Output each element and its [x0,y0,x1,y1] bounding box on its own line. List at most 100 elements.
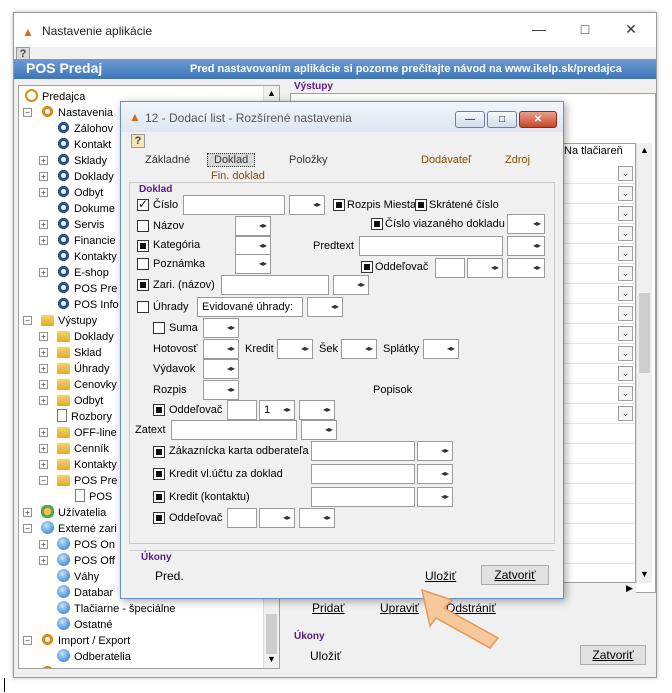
dialog-close-icon[interactable]: ✕ [519,111,557,128]
hscroll-right-icon[interactable]: ▶ [626,583,633,594]
maximize-icon[interactable]: □ [572,21,598,39]
oddelovac-spinner-b[interactable]: ◂▸ [299,400,335,420]
collapse-icon[interactable]: − [39,476,48,485]
zatvorit-button-main[interactable]: Zatvoriť [580,645,646,665]
upravit-button[interactable]: Upraviť [380,601,419,615]
oddelovac-top-field[interactable] [435,258,465,278]
dropdown-chevron-icon[interactable]: ⌄ [618,366,633,381]
dropdown-chevron-icon[interactable]: ⌄ [618,306,633,321]
uhrady-checkbox[interactable] [137,301,149,313]
evidovane-spinner[interactable]: ◂▸ [307,297,343,317]
minimize-icon[interactable]: — [526,21,552,39]
table-row[interactable]: ⌄ [563,304,635,324]
table-row[interactable]: ⌄ [563,244,635,264]
table-scrollbar[interactable]: ▲ ▼ [636,143,652,583]
table-row[interactable] [563,504,635,524]
expand-icon[interactable]: + [39,444,48,453]
zari-checkbox[interactable] [137,279,149,291]
dialog-minimize-icon[interactable]: — [455,111,485,128]
oddelovac-top-checkbox[interactable] [361,261,373,273]
dropdown-chevron-icon[interactable]: ⌄ [618,406,633,421]
dropdown-chevron-icon[interactable]: ⌄ [618,246,633,261]
tree-item[interactable]: + Cenovky [39,377,117,393]
kredit-uctu-checkbox[interactable] [153,468,165,480]
tree-item[interactable]: POS Info [57,297,119,313]
oddelovac-top-spinner-a[interactable]: ◂▸ [467,258,503,278]
expand-icon[interactable]: + [39,460,48,469]
expand-icon[interactable]: + [39,348,48,357]
tree-item[interactable]: + Sklady [39,153,107,169]
dropdown-chevron-icon[interactable]: ⌄ [618,386,633,401]
collapse-icon[interactable]: − [23,108,32,117]
table-scroll-thumb[interactable] [639,293,650,373]
dropdown-chevron-icon[interactable]: ⌄ [618,346,633,361]
pred-button[interactable]: Pred. [155,569,184,583]
pridat-button[interactable]: Pridať [312,601,345,615]
tree-item[interactable]: Kontakt [57,137,111,153]
table-row[interactable] [563,444,635,464]
oddelovac-bottom-field[interactable] [227,508,257,528]
tree-item[interactable]: + Užívatelia [23,505,106,521]
tree-item[interactable]: + Úhrady [39,361,109,377]
tree-item[interactable]: − Výstupy [23,313,97,329]
zakaznicka-checkbox[interactable] [153,446,165,458]
kredit-kontaktu-field[interactable] [311,487,415,507]
tree-item[interactable]: − Externé zari [23,521,117,537]
tree-item[interactable]: + POS On [39,537,115,553]
tree-item[interactable]: Databar [57,585,113,601]
tree-item[interactable]: + Cenník [39,441,109,457]
table-row[interactable] [563,464,635,484]
expand-icon[interactable]: + [23,508,32,517]
nazov-spinner[interactable]: ◂▸ [235,216,271,236]
expand-icon[interactable]: + [39,172,48,181]
table-row[interactable] [563,544,635,564]
table-row[interactable]: ⌄ [563,404,635,424]
expand-icon[interactable]: + [39,220,48,229]
expand-icon[interactable]: + [39,188,48,197]
table-row[interactable]: ⌄ [563,284,635,304]
tree-item[interactable]: + Odbyt [39,393,103,409]
kredit-kontaktu-spinner[interactable]: ◂▸ [417,487,453,507]
tree-item[interactable]: Odberatelia [57,649,131,665]
tree-item[interactable]: + POS Off [39,553,115,569]
rozpis-spinner[interactable]: ◂▸ [203,380,239,400]
oddelovac-bottom-spinner-a[interactable]: ◂▸ [259,508,295,528]
cislo-spinner[interactable]: ◂▸ [289,195,325,215]
expand-icon[interactable]: + [39,556,48,565]
tree-item[interactable]: POS Pre [57,281,117,297]
zari-field[interactable] [221,275,329,295]
tab-zdroj[interactable]: Zdroj [505,154,530,166]
tree-item[interactable]: Dokume [57,201,115,217]
expand-icon[interactable]: + [39,540,48,549]
tree-item[interactable]: Tlačiarne - špeciálne [57,601,176,617]
scroll-down-icon[interactable]: ▼ [267,654,276,664]
dropdown-chevron-icon[interactable]: ⌄ [618,286,633,301]
expand-icon[interactable]: + [39,268,48,277]
expand-icon[interactable]: + [39,380,48,389]
rozpis-miesta-checkbox[interactable] [333,199,345,211]
expand-icon[interactable]: + [39,396,48,405]
tab-doklad[interactable]: Doklad [207,153,256,167]
table-scroll-up-icon[interactable]: ▲ [640,145,649,155]
cislo-field[interactable] [183,195,285,215]
oddelovac-field[interactable] [227,400,257,420]
table-row[interactable]: ⌄ [563,384,635,404]
table-row[interactable] [563,524,635,544]
nazov-checkbox[interactable] [137,220,149,232]
vydavok-spinner[interactable]: ◂▸ [203,359,239,379]
tab-dodavatel[interactable]: Dodávateľ [421,154,471,166]
dropdown-chevron-icon[interactable]: ⌄ [618,326,633,341]
kategoria-spinner[interactable]: ◂▸ [235,236,271,256]
tree-item[interactable]: Zálohov [57,121,113,137]
collapse-icon[interactable]: − [23,636,32,645]
tree-item[interactable]: + Doklady [39,169,114,185]
cislo-viazaneho-spinner[interactable]: ◂▸ [507,214,545,234]
oddelovac-bottom-spinner-b[interactable]: ◂▸ [299,508,335,528]
tree-scroll-thumb[interactable] [266,614,277,654]
zatext-field[interactable] [171,420,297,440]
kredit-uctu-field[interactable] [311,464,415,484]
table-scroll-down-icon[interactable]: ▼ [640,569,649,579]
dropdown-chevron-icon[interactable]: ⌄ [618,266,633,281]
table-row[interactable]: ⌄ [563,164,635,184]
dialog-maximize-icon[interactable]: □ [487,111,517,128]
